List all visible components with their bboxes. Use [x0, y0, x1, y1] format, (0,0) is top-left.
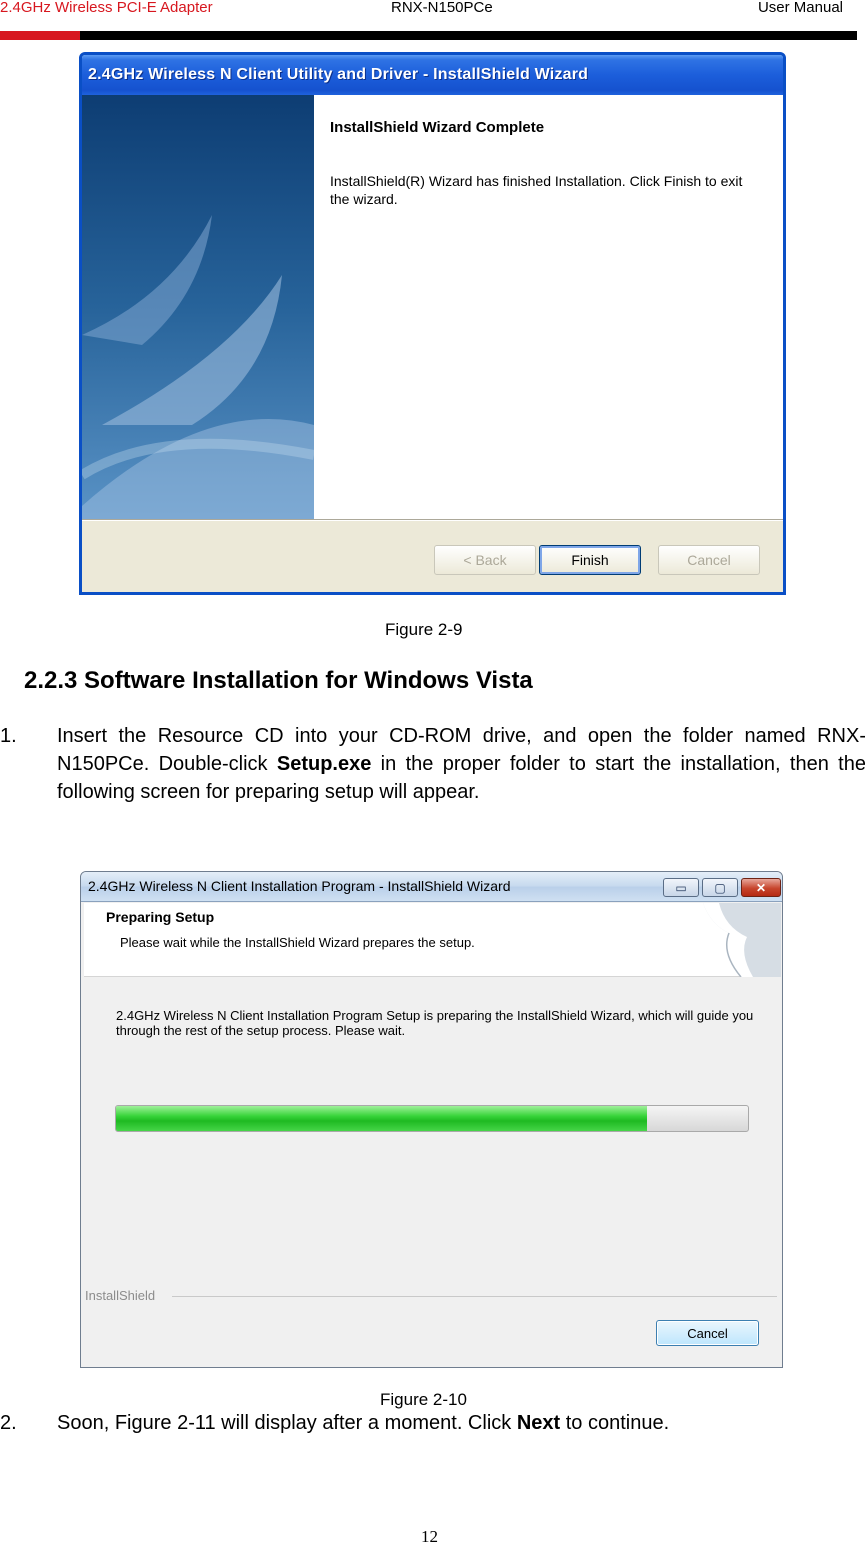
brand-divider — [172, 1296, 777, 1297]
xp-wizard-body: InstallShield Wizard Complete InstallShi… — [82, 95, 783, 519]
preparing-setup-subtitle: Please wait while the InstallShield Wiza… — [120, 935, 475, 950]
close-button[interactable]: ✕ — [741, 878, 781, 897]
xp-installshield-window: 2.4GHz Wireless N Client Utility and Dri… — [79, 52, 786, 595]
preparing-setup-heading: Preparing Setup — [106, 909, 215, 925]
figure-caption: Figure 2-9 — [385, 620, 463, 639]
header-product: 2.4GHz Wireless PCI-E Adapter — [0, 0, 213, 16]
step-text-part: Soon, Figure 2-11 will display after a m… — [57, 1412, 517, 1434]
xp-window-title: 2.4GHz Wireless N Client Utility and Dri… — [88, 66, 589, 83]
finish-button[interactable]: Finish — [539, 545, 641, 575]
header-rule — [0, 31, 857, 40]
preparing-description: 2.4GHz Wireless N Client Installation Pr… — [116, 1008, 754, 1038]
wizard-complete-heading: InstallShield Wizard Complete — [330, 119, 545, 136]
button-area-divider — [82, 519, 783, 521]
vista-title-bar: 2.4GHz Wireless N Client Installation Pr… — [81, 872, 782, 902]
page-number: 12 — [421, 1527, 438, 1546]
cancel-button[interactable]: Cancel — [658, 545, 760, 575]
wizard-side-graphic — [82, 95, 314, 519]
installshield-brand: InstallShield — [85, 1288, 156, 1303]
wizard-header-panel: Preparing Setup Please wait while the In… — [84, 903, 781, 977]
step-number: 2. — [0, 1412, 17, 1434]
minimize-button[interactable]: ▭ — [663, 878, 699, 897]
section-title: 2.2.3 Software Installation for Windows … — [24, 667, 533, 694]
step-text: Soon, Figure 2-11 will display after a m… — [57, 1409, 669, 1437]
vista-window-title: 2.4GHz Wireless N Client Installation Pr… — [88, 878, 511, 894]
step-text-part: to continue. — [560, 1412, 670, 1434]
step-filename: Setup.exe — [276, 753, 372, 775]
wizard-complete-message: InstallShield(R) Wizard has finished Ins… — [330, 173, 743, 207]
xp-title-bar: 2.4GHz Wireless N Client Utility and Dri… — [82, 55, 783, 95]
setup-progress-bar — [115, 1105, 749, 1132]
maximize-button[interactable]: ▢ — [702, 878, 738, 897]
cancel-button[interactable]: Cancel — [656, 1320, 759, 1346]
step-number: 1. — [0, 725, 17, 747]
header-model: RNX-N150PCe — [391, 0, 493, 16]
progress-fill — [116, 1106, 647, 1131]
page-curl-icon — [703, 903, 781, 977]
step-button-name: Next — [516, 1412, 561, 1434]
vista-installshield-window: 2.4GHz Wireless N Client Installation Pr… — [80, 871, 783, 1368]
figure-caption: Figure 2-10 — [380, 1390, 467, 1409]
header-rule-accent — [0, 31, 80, 40]
header-doc-type: User Manual — [757, 0, 843, 16]
back-button[interactable]: < Back — [434, 545, 536, 575]
step-text: Insert the Resource CD into your CD-ROM … — [57, 722, 865, 806]
